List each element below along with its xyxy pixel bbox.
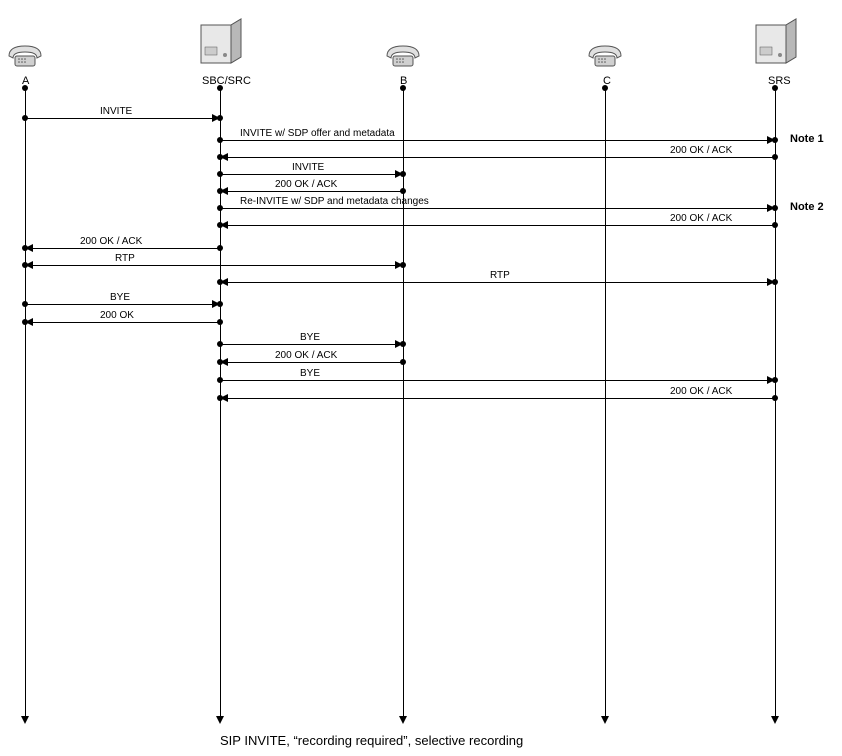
dot-icon — [400, 85, 406, 91]
arrow-left-icon — [220, 278, 228, 286]
msg-invite: INVITE — [100, 106, 132, 117]
phone-icon — [383, 32, 423, 71]
actor-sbc-label: SBC/SRC — [202, 75, 251, 87]
lifeline-c — [605, 88, 606, 716]
message-arrow — [220, 140, 767, 141]
msg-reinvite: Re-INVITE w/ SDP and metadata changes — [240, 196, 429, 207]
lifeline-srs — [775, 88, 776, 716]
sequence-diagram: A SBC/SRC B C — [0, 0, 842, 756]
dot-icon — [400, 171, 406, 177]
msg-200ok-bye: 200 OK — [100, 310, 134, 321]
arrow-down-icon — [399, 716, 407, 724]
arrow-down-icon — [601, 716, 609, 724]
lifeline-a — [25, 88, 26, 716]
dot-icon — [772, 279, 778, 285]
dot-icon — [22, 85, 28, 91]
dot-icon — [217, 395, 223, 401]
msg-200ok-b: 200 OK / ACK — [275, 179, 337, 190]
dot-icon — [217, 154, 223, 160]
message-arrow — [220, 344, 395, 345]
dot-icon — [602, 85, 608, 91]
dot-icon — [772, 85, 778, 91]
message-arrow — [33, 322, 220, 323]
msg-invite-sdp: INVITE w/ SDP offer and metadata — [240, 128, 395, 139]
message-arrow — [228, 191, 403, 192]
dot-icon — [772, 205, 778, 211]
dot-icon — [772, 137, 778, 143]
dot-icon — [22, 245, 28, 251]
msg-bye-srs: BYE — [300, 368, 320, 379]
msg-200ok-a: 200 OK / ACK — [80, 236, 142, 247]
msg-200ok: 200 OK / ACK — [670, 145, 732, 156]
note-1: Note 1 — [790, 133, 824, 145]
arrow-down-icon — [21, 716, 29, 724]
dot-icon — [400, 341, 406, 347]
message-arrow — [220, 380, 767, 381]
msg-invite-b: INVITE — [292, 162, 324, 173]
arrow-left-icon — [25, 261, 33, 269]
server-icon — [197, 15, 245, 70]
msg-rtp-srs: RTP — [490, 270, 510, 281]
message-arrow — [228, 398, 775, 399]
arrow-down-icon — [216, 716, 224, 724]
lifeline-b — [403, 88, 404, 716]
msg-rtp: RTP — [115, 253, 135, 264]
dot-icon — [217, 85, 223, 91]
msg-200ok-byeb: 200 OK / ACK — [275, 350, 337, 361]
msg-bye-b: BYE — [300, 332, 320, 343]
message-arrow — [220, 174, 395, 175]
phone-icon — [585, 32, 625, 71]
dot-icon — [217, 188, 223, 194]
dot-icon — [217, 115, 223, 121]
message-arrow — [228, 157, 775, 158]
dot-icon — [400, 262, 406, 268]
message-arrow — [25, 118, 212, 119]
message-arrow — [228, 362, 403, 363]
dot-icon — [217, 222, 223, 228]
message-arrow — [25, 304, 212, 305]
msg-bye-a: BYE — [110, 292, 130, 303]
message-arrow — [228, 282, 767, 283]
arrow-down-icon — [771, 716, 779, 724]
message-arrow — [33, 265, 395, 266]
message-arrow — [228, 225, 775, 226]
message-arrow — [33, 248, 220, 249]
note-2: Note 2 — [790, 201, 824, 213]
server-icon — [752, 15, 800, 70]
dot-icon — [217, 301, 223, 307]
dot-icon — [217, 359, 223, 365]
phone-icon — [5, 32, 45, 71]
lifeline-sbc — [220, 88, 221, 716]
msg-200ok-2: 200 OK / ACK — [670, 213, 732, 224]
dot-icon — [22, 319, 28, 325]
msg-200ok-byesrs: 200 OK / ACK — [670, 386, 732, 397]
message-arrow — [220, 208, 767, 209]
dot-icon — [772, 377, 778, 383]
actor-srs-label: SRS — [768, 75, 791, 87]
diagram-caption: SIP INVITE, “recording required”, select… — [220, 733, 523, 748]
